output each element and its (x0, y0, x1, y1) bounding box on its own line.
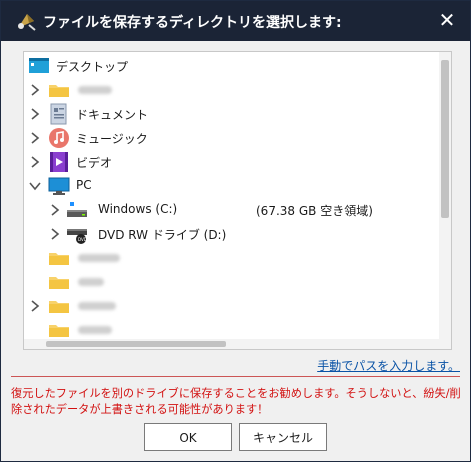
tree-item-music[interactable]: ミュージック (24, 126, 434, 150)
folder-icon (49, 325, 69, 337)
folder-tree[interactable]: デスクトップ ドキュメント ミュージック ビデオ PC Windows (C:)… (23, 51, 452, 350)
drive-c-free-space: (67.38 GB 空き領域) (256, 204, 373, 218)
tree-label-music: ミュージック (76, 132, 148, 146)
videos-icon (50, 152, 68, 172)
tree-item-videos[interactable]: ビデオ (24, 150, 434, 174)
tree-item-folder[interactable] (24, 294, 434, 318)
chevron-right-icon[interactable] (28, 82, 42, 98)
horizontal-scroll-thumb[interactable] (46, 341, 226, 347)
app-logo-icon (18, 14, 36, 31)
chevron-right-icon[interactable] (48, 226, 62, 242)
hard-drive-icon (67, 202, 87, 217)
close-icon[interactable]: ✕ (436, 9, 458, 31)
chevron-right-icon[interactable] (48, 202, 62, 218)
overwrite-warning: 復元したファイルを別のドライブに保存することをお勧めします。そうしないと、紛失/… (11, 387, 461, 416)
tree-item-documents[interactable]: ドキュメント (24, 102, 434, 126)
ok-button[interactable]: OK (144, 423, 232, 451)
title-bar: ファイルを保存するディレクトリを選択します: ✕ (1, 1, 470, 41)
tree-label-videos: ビデオ (76, 156, 113, 170)
tree-item-drive-c[interactable]: Windows (C:) (67.38 GB 空き領域) (24, 198, 434, 222)
blurred-folder-name (78, 302, 116, 310)
blurred-folder-name (78, 86, 112, 94)
cancel-button[interactable]: キャンセル (239, 423, 327, 451)
blurred-folder-name (78, 278, 104, 286)
vertical-scrollbar[interactable] (439, 52, 451, 349)
documents-icon (50, 103, 67, 125)
chevron-right-icon[interactable] (28, 106, 42, 122)
dialog-title: ファイルを保存するディレクトリを選択します: (43, 15, 342, 31)
folder-icon (49, 85, 69, 97)
tree-item-folder[interactable] (24, 246, 434, 270)
chevron-right-icon[interactable] (28, 298, 42, 314)
tree-label-drive-d: DVD RW ドライブ (D:) (98, 228, 227, 242)
horizontal-scrollbar[interactable] (24, 339, 439, 349)
tree-label-documents: ドキュメント (76, 108, 149, 122)
desktop-icon (29, 58, 49, 73)
folder-icon (49, 277, 69, 289)
svg-text:DVD: DVD (78, 237, 87, 242)
divider (11, 376, 460, 377)
tree-item-pc[interactable]: PC (24, 174, 434, 198)
dvd-drive-icon: DVD (67, 229, 87, 244)
blurred-folder-name (78, 254, 120, 262)
tree-label-drive-c: Windows (C:) (98, 202, 178, 216)
manual-path-link[interactable]: 手動でパスを入力します。 (317, 357, 460, 374)
tree-label-pc: PC (76, 178, 92, 192)
pc-icon (48, 177, 70, 195)
vertical-scroll-thumb[interactable] (441, 60, 449, 218)
tree-item-folder[interactable] (24, 270, 434, 294)
folder-icon (49, 301, 69, 313)
save-directory-dialog: ファイルを保存するディレクトリを選択します: ✕ デスクトップ ドキュメント ミ… (0, 0, 471, 462)
chevron-right-icon[interactable] (28, 154, 42, 170)
tree-label-desktop: デスクトップ (56, 60, 129, 74)
tree-item-user-folder[interactable] (24, 78, 434, 102)
tree-item-desktop[interactable]: デスクトップ (24, 54, 434, 78)
tree-item-drive-d[interactable]: DVD DVD RW ドライブ (D:) (24, 222, 434, 246)
folder-icon (49, 253, 69, 265)
blurred-folder-name (78, 326, 112, 334)
music-icon (49, 128, 69, 148)
chevron-right-icon[interactable] (28, 130, 42, 146)
chevron-down-icon[interactable] (28, 178, 42, 194)
